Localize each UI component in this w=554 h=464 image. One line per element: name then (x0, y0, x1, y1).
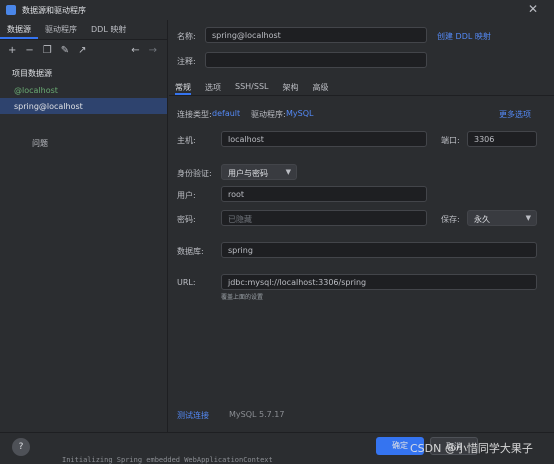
driver-link[interactable]: MySQL (286, 109, 313, 118)
port-value: 3306 (474, 135, 495, 144)
auth-value: 用户与密码 (228, 169, 268, 178)
url-hint: 覆盖上面的设置 (221, 294, 264, 301)
create-ddl-link[interactable]: 创建 DDL 映射 (437, 31, 491, 42)
section-title: 项目数据源 (12, 69, 52, 78)
tab-options[interactable]: 选项 (205, 80, 221, 95)
password-input[interactable]: 已隐藏 (221, 210, 427, 226)
url-label: URL: (177, 278, 196, 287)
test-connection-link[interactable]: 测试连接 (177, 410, 209, 421)
chevron-down-icon: ▼ (285, 168, 291, 176)
tab-drivers[interactable]: 驱动程序 (38, 20, 84, 39)
auth-label: 身份验证: (177, 169, 212, 178)
host-value: localhost (228, 135, 264, 144)
driver-label: 驱动程序: (251, 110, 286, 119)
save-value: 永久 (474, 215, 490, 224)
tab-ssh-ssl[interactable]: SSH/SSL (235, 80, 268, 95)
open-external-icon[interactable]: ↗ (78, 45, 86, 56)
host-label: 主机: (177, 136, 196, 145)
url-value: jdbc:mysql://localhost:3306/spring (228, 278, 367, 287)
back-icon[interactable]: ← (131, 45, 139, 56)
datasource-label: @localhost (14, 85, 58, 95)
help-button[interactable]: ? (12, 438, 30, 456)
problems-label[interactable]: 问题 (32, 138, 48, 149)
port-label: 端口: (441, 136, 460, 145)
datasource-label: spring@localhost (14, 101, 83, 111)
close-icon[interactable]: ✕ (528, 2, 538, 16)
datasource-item-localhost[interactable]: @localhost (0, 82, 167, 98)
name-value: spring@localhost (212, 31, 281, 40)
database-label: 数据库: (177, 247, 204, 256)
left-tabs: 数据源 驱动程序 DDL 映射 (0, 20, 167, 40)
port-input[interactable]: 3306 (467, 131, 537, 147)
wrench-icon[interactable]: ✎ (61, 45, 69, 56)
watermark: CSDN @小惜同学大果子 (410, 442, 533, 455)
left-toolbar: + − ❐ ✎ ↗ ← → (0, 40, 167, 60)
settings-tabs: 常规 选项 SSH/SSL 架构 高级 (169, 80, 554, 96)
database-input[interactable]: spring (221, 242, 537, 258)
user-value: root (228, 190, 245, 199)
chevron-down-icon: ▼ (525, 214, 531, 222)
add-icon[interactable]: + (8, 45, 16, 56)
tab-schema[interactable]: 架构 (282, 80, 298, 95)
user-input[interactable]: root (221, 186, 427, 202)
save-select[interactable]: 永久 ▼ (467, 210, 537, 226)
tab-ddl-mapping[interactable]: DDL 映射 (84, 20, 133, 39)
host-input[interactable]: localhost (221, 131, 427, 147)
conn-type-link[interactable]: default (212, 109, 240, 118)
save-label: 保存: (441, 215, 460, 224)
window-title: 数据源和驱动程序 (22, 5, 86, 15)
more-options-link[interactable]: 更多选项 (499, 109, 531, 120)
password-label: 密码: (177, 215, 196, 224)
url-input[interactable]: jdbc:mysql://localhost:3306/spring (221, 274, 537, 290)
comment-input[interactable] (205, 52, 427, 68)
tab-data-sources[interactable]: 数据源 (0, 20, 38, 39)
tab-general[interactable]: 常规 (175, 80, 191, 95)
name-input[interactable]: spring@localhost (205, 27, 427, 43)
remove-icon[interactable]: − (25, 45, 33, 56)
right-panel: 名称: spring@localhost 创建 DDL 映射 注释: 常规 选项… (169, 20, 554, 432)
title-bar: 数据源和驱动程序 ✕ (0, 0, 554, 20)
auth-select[interactable]: 用户与密码 ▼ (221, 164, 297, 180)
forward-icon[interactable]: → (149, 45, 157, 56)
user-label: 用户: (177, 191, 196, 200)
left-panel: 数据源 驱动程序 DDL 映射 + − ❐ ✎ ↗ ← → 项目数据源 @loc… (0, 20, 168, 432)
mysql-version: MySQL 5.7.17 (229, 410, 285, 419)
console-line: Initializing Spring embedded WebApplicat… (62, 456, 273, 464)
password-placeholder: 已隐藏 (228, 215, 252, 224)
copy-icon[interactable]: ❐ (43, 45, 52, 56)
database-value: spring (228, 246, 253, 255)
name-label: 名称: (177, 32, 196, 41)
app-icon (6, 5, 16, 15)
tab-advanced[interactable]: 高级 (312, 80, 328, 95)
datasource-item-spring[interactable]: spring@localhost (0, 98, 167, 114)
comment-label: 注释: (177, 57, 196, 66)
conn-type-label: 连接类型: (177, 110, 212, 119)
